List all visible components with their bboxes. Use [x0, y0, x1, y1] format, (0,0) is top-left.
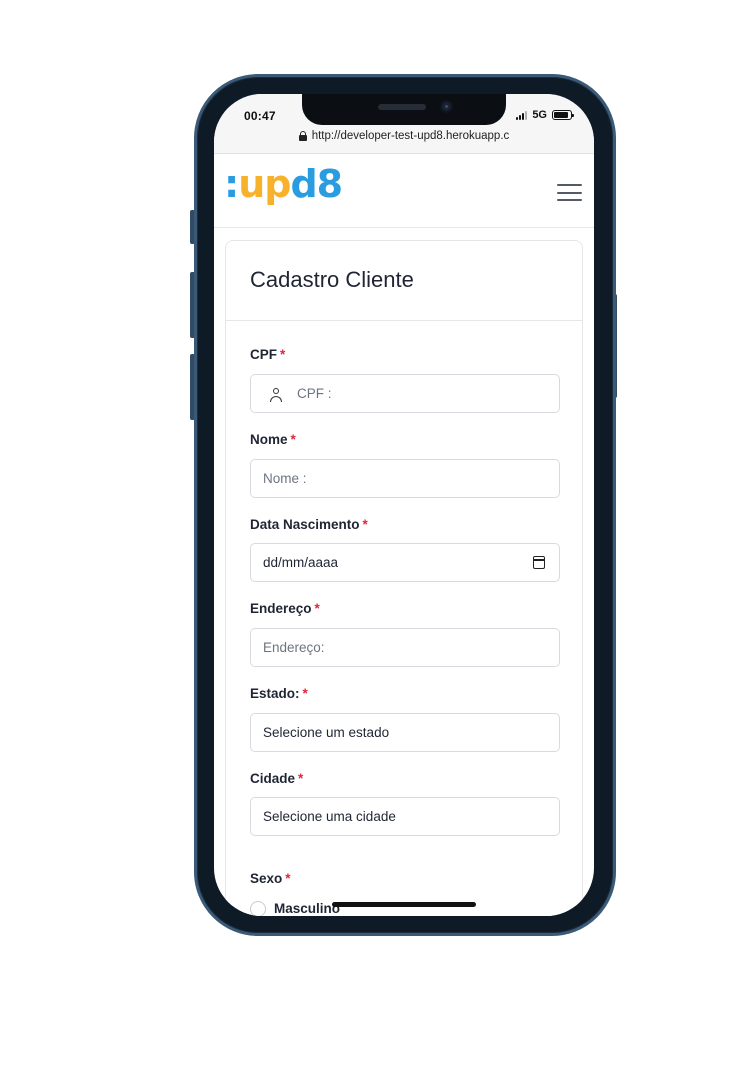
page-title: Cadastro Cliente	[250, 267, 414, 292]
sexo-label: Sexo *	[250, 871, 291, 886]
endereco-placeholder: Endereço:	[263, 640, 325, 655]
calendar-icon[interactable]	[533, 556, 545, 569]
cidade-label: Cidade *	[250, 771, 304, 786]
date-value: dd/mm/aaaa	[263, 555, 339, 570]
camera-icon	[440, 100, 453, 113]
url-text[interactable]: http://developer-test-upd8.herokuapp.c	[312, 130, 510, 142]
network-label: 5G	[532, 109, 547, 121]
logo[interactable]: :upd8	[224, 162, 343, 206]
logo-colon: :	[224, 162, 239, 206]
phone-screen: 00:47 5G http://developer-test-upd8.hero…	[214, 94, 594, 916]
cidade-select[interactable]: Selecione uma cidade	[250, 797, 560, 836]
cidade-selected: Selecione uma cidade	[263, 809, 396, 824]
cpf-placeholder: CPF :	[297, 386, 332, 401]
status-indicators: 5G	[516, 109, 574, 121]
logo-d8: d8	[290, 162, 343, 206]
radio-masculino[interactable]	[250, 901, 266, 916]
data-nascimento-input[interactable]: dd/mm/aaaa	[250, 543, 560, 582]
battery-icon	[552, 110, 574, 120]
estado-select[interactable]: Selecione um estado	[250, 713, 560, 752]
endereco-label: Endereço *	[250, 601, 320, 616]
user-icon	[269, 387, 283, 402]
signal-icon	[516, 110, 528, 120]
nome-label: Nome *	[250, 432, 296, 447]
radio-masculino-label[interactable]: Masculino	[274, 901, 340, 916]
notch	[302, 94, 506, 125]
cpf-label: CPF *	[250, 347, 286, 362]
data-nascimento-label: Data Nascimento *	[250, 517, 368, 532]
status-time: 00:47	[244, 109, 276, 123]
estado-selected: Selecione um estado	[263, 725, 390, 740]
app-header: :upd8	[214, 154, 594, 228]
nome-placeholder: Nome :	[263, 471, 307, 486]
hamburger-menu-icon[interactable]	[557, 184, 582, 201]
speaker-icon	[378, 104, 426, 110]
card-header: Cadastro Cliente	[226, 241, 582, 321]
cpf-input[interactable]: CPF :	[250, 374, 560, 413]
logo-up: up	[238, 162, 291, 206]
register-card: Cadastro Cliente CPF * CPF : Nome * Nome :…	[225, 240, 583, 916]
estado-label: Estado: *	[250, 686, 308, 701]
nome-input[interactable]: Nome :	[250, 459, 560, 498]
endereco-input[interactable]: Endereço:	[250, 628, 560, 667]
home-indicator	[332, 902, 476, 907]
lock-icon	[298, 131, 307, 141]
address-bar[interactable]: http://developer-test-upd8.herokuapp.c	[214, 130, 594, 142]
